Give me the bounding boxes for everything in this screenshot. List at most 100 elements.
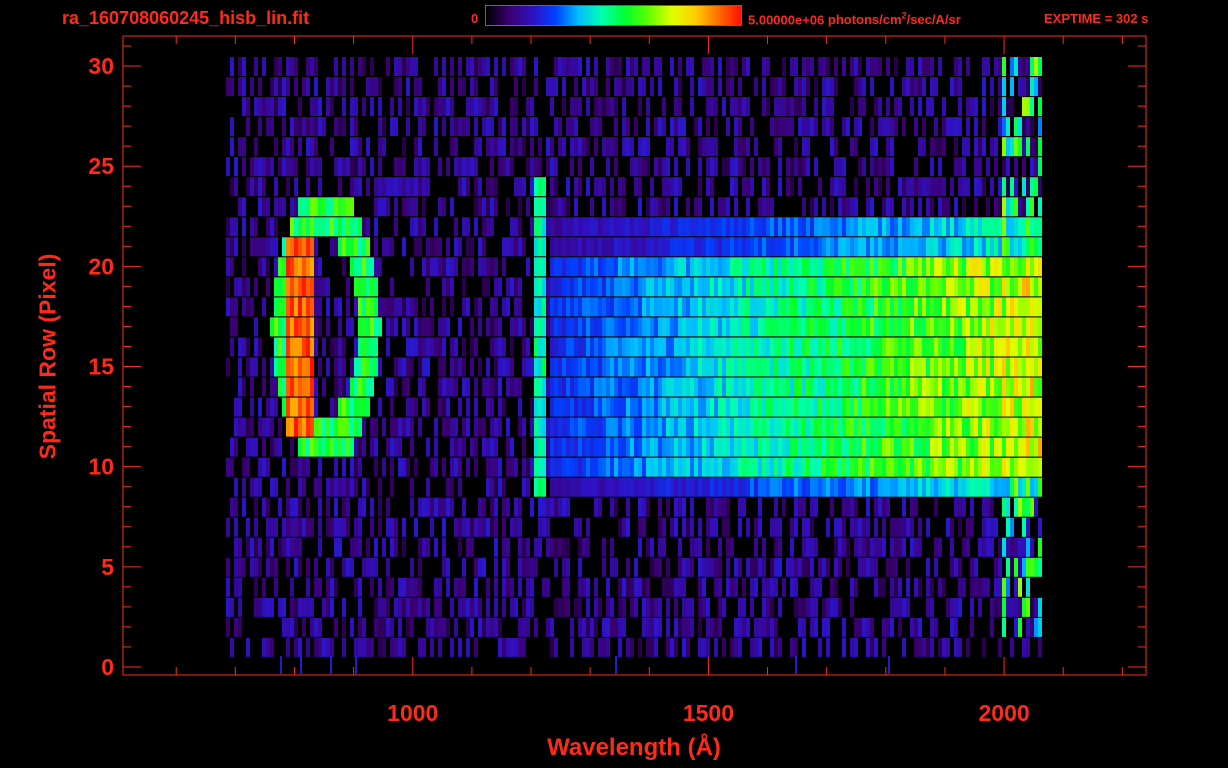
heatmap-cell (606, 417, 610, 437)
heatmap-cell (598, 437, 602, 457)
heatmap-cell (546, 297, 550, 317)
heatmap-cell (638, 357, 642, 377)
heatmap-cell (1014, 257, 1018, 277)
heatmap-cell (926, 397, 930, 417)
heatmap-cell (406, 97, 410, 117)
heatmap-cell (622, 217, 626, 237)
heatmap-cell (554, 317, 558, 337)
heatmap-cell (474, 197, 478, 217)
heatmap-cell (742, 157, 746, 177)
heatmap-cell (878, 297, 882, 317)
x-tick-label: 1000 (387, 700, 438, 726)
heatmap-cell (978, 537, 982, 557)
heatmap-cell (474, 437, 478, 457)
heatmap-cell (574, 417, 578, 437)
heatmap-cell (646, 257, 650, 277)
heatmap-cell (506, 417, 510, 437)
heatmap-cell (986, 297, 990, 317)
heatmap-cell (270, 557, 274, 577)
heatmap-cell (598, 257, 602, 277)
heatmap-cell (946, 637, 950, 657)
heatmap-cell (950, 237, 954, 257)
heatmap-cell (882, 297, 886, 317)
heatmap-cell (842, 417, 846, 437)
heatmap-cell (810, 317, 814, 337)
heatmap-cell (862, 417, 866, 437)
heatmap-cell (246, 457, 250, 477)
heatmap-cell (238, 377, 242, 397)
heatmap-cell (558, 117, 562, 137)
heatmap-cell (506, 497, 510, 517)
heatmap-cell (462, 557, 466, 577)
heatmap-cell (830, 337, 834, 357)
heatmap-cell (226, 277, 230, 297)
heatmap-cell (622, 117, 626, 137)
heatmap-cell (638, 257, 642, 277)
heatmap-cell (374, 417, 378, 437)
heatmap-cell (510, 97, 514, 117)
heatmap-cell (966, 237, 970, 257)
heatmap-cell (850, 637, 854, 657)
heatmap-cell (738, 597, 742, 617)
heatmap-cell (342, 157, 346, 177)
heatmap-cell (506, 577, 510, 597)
heatmap-cell (410, 417, 414, 437)
heatmap-cell (882, 237, 886, 257)
heatmap-cell (750, 297, 754, 317)
heatmap-cell (262, 497, 266, 517)
heatmap-cell (954, 237, 958, 257)
heatmap-cell (430, 317, 434, 337)
heatmap-cell (766, 217, 770, 237)
heatmap-cell (902, 317, 906, 337)
heatmap-cell (606, 237, 610, 257)
heatmap-cell (490, 297, 494, 317)
heatmap-cell (570, 617, 574, 637)
heatmap-cell (678, 357, 682, 377)
heatmap-cell (734, 457, 738, 477)
heatmap-cell (714, 317, 718, 337)
heatmap-cell (338, 297, 342, 317)
heatmap-cell (302, 357, 306, 377)
heatmap-cell (462, 437, 466, 457)
heatmap-cell (382, 117, 386, 137)
heatmap-cell (830, 117, 834, 137)
y-tick-label: 25 (88, 153, 114, 179)
heatmap-cell (926, 477, 930, 497)
heatmap-cell (690, 77, 694, 97)
heatmap-cell (622, 337, 626, 357)
heatmap-cell (230, 177, 234, 197)
heatmap-cell (506, 277, 510, 297)
heatmap-cell (302, 377, 306, 397)
heatmap-cell (1030, 177, 1034, 197)
heatmap-cell (242, 497, 246, 517)
heatmap-cell (438, 77, 442, 97)
heatmap-cell (962, 537, 966, 557)
heatmap-cell (698, 177, 702, 197)
heatmap-cell (246, 337, 250, 357)
heatmap-cell (330, 197, 334, 217)
heatmap-cell (858, 257, 862, 277)
heatmap-cell (590, 397, 594, 417)
heatmap-cell (1030, 397, 1034, 417)
heatmap-cell (462, 377, 466, 397)
heatmap-cell (934, 117, 938, 137)
heatmap-cell (622, 197, 626, 217)
heatmap-cell (278, 157, 282, 177)
heatmap-cell (814, 317, 818, 337)
heatmap-cell (458, 517, 462, 537)
heatmap-cell (458, 477, 462, 497)
heatmap-cell (926, 197, 930, 217)
heatmap-cell (538, 437, 542, 457)
heatmap-cell (414, 577, 418, 597)
heatmap-cell (942, 257, 946, 277)
heatmap-cell (226, 617, 230, 637)
heatmap-cell (674, 97, 678, 117)
heatmap-cell (622, 317, 626, 337)
heatmap-cell (862, 457, 866, 477)
heatmap-cell (874, 177, 878, 197)
heatmap-cell (842, 357, 846, 377)
heatmap-cell (474, 217, 478, 237)
heatmap-cell (782, 317, 786, 337)
heatmap-cell (658, 417, 662, 437)
heatmap-cell (854, 577, 858, 597)
